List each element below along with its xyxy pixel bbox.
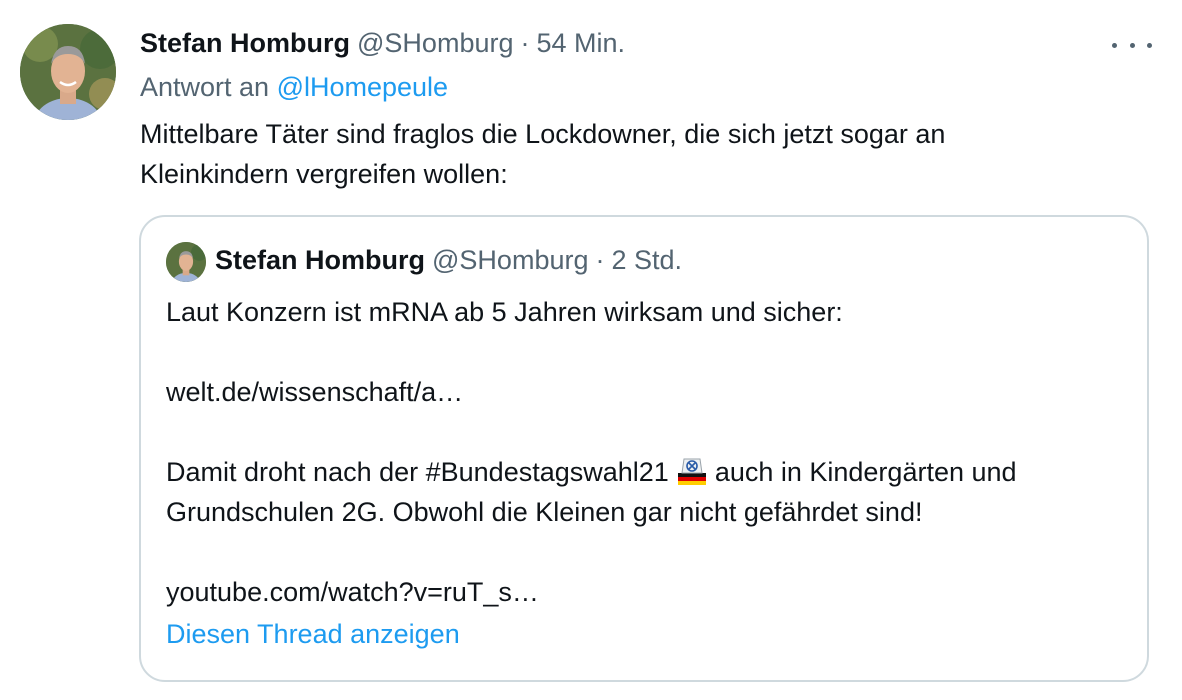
quoted-tweet-header: Stefan Homburg @SHomburg · 2 Std. (215, 245, 682, 276)
author-handle[interactable]: @SHomburg (357, 28, 513, 59)
tweet-text-line: Mittelbare Täter sind fraglos die Lockdo… (140, 119, 946, 149)
quoted-text-line: Laut Konzern ist mRNA ab 5 Jahren wirksa… (166, 297, 843, 327)
quoted-text-line: Damit droht nach der #Bundestagswahl21 a… (166, 452, 1126, 492)
tweet-text-line: Kleinkindern vergreifen wollen: (140, 159, 508, 189)
more-dot (1112, 42, 1117, 48)
reply-context: Antwort an @lHomepeule (140, 72, 448, 103)
author-avatar[interactable] (20, 24, 116, 120)
quoted-text-after-emoji: auch in Kindergärten und (714, 457, 1017, 487)
header-separator: · (520, 28, 530, 58)
more-dot (1147, 42, 1152, 48)
quoted-author-name: Stefan Homburg (215, 245, 426, 275)
quoted-author-handle: @SHomburg (432, 245, 589, 275)
reply-handle-link[interactable]: @lHomepeule (277, 72, 449, 102)
more-dot (1129, 42, 1135, 48)
more-options-icon[interactable] (1112, 30, 1152, 60)
author-name[interactable]: Stefan Homburg (140, 28, 350, 59)
quoted-text-before-emoji: Damit droht nach der #Bundestagswahl21 (166, 457, 669, 487)
quoted-link-welt: welt.de/wissenschaft/a… (166, 377, 464, 407)
quoted-header-separator: · (595, 245, 605, 275)
tweet-header: Stefan Homburg @SHomburg · 54 Min. (140, 28, 625, 64)
quoted-link-youtube: youtube.com/watch?v=ruT_s… (166, 577, 539, 607)
quoted-author-avatar (166, 242, 206, 282)
quoted-tweet[interactable]: Stefan Homburg @SHomburg · 2 Std. Laut K… (139, 215, 1149, 682)
reply-prefix: Antwort an (140, 72, 277, 102)
quoted-timestamp: 2 Std. (611, 245, 683, 275)
quoted-tweet-text: Laut Konzern ist mRNA ab 5 Jahren wirksa… (166, 292, 1126, 612)
ballot-box-germany-emoji (675, 453, 709, 487)
show-thread-link[interactable]: Diesen Thread anzeigen (166, 619, 460, 650)
quoted-text-line: Grundschulen 2G. Obwohl die Kleinen gar … (166, 497, 923, 527)
tweet[interactable]: Stefan Homburg @SHomburg · 54 Min. Antwo… (0, 0, 1182, 700)
tweet-timestamp[interactable]: 54 Min. (536, 28, 625, 59)
tweet-text: Mittelbare Täter sind fraglos die Lockdo… (140, 114, 1140, 194)
